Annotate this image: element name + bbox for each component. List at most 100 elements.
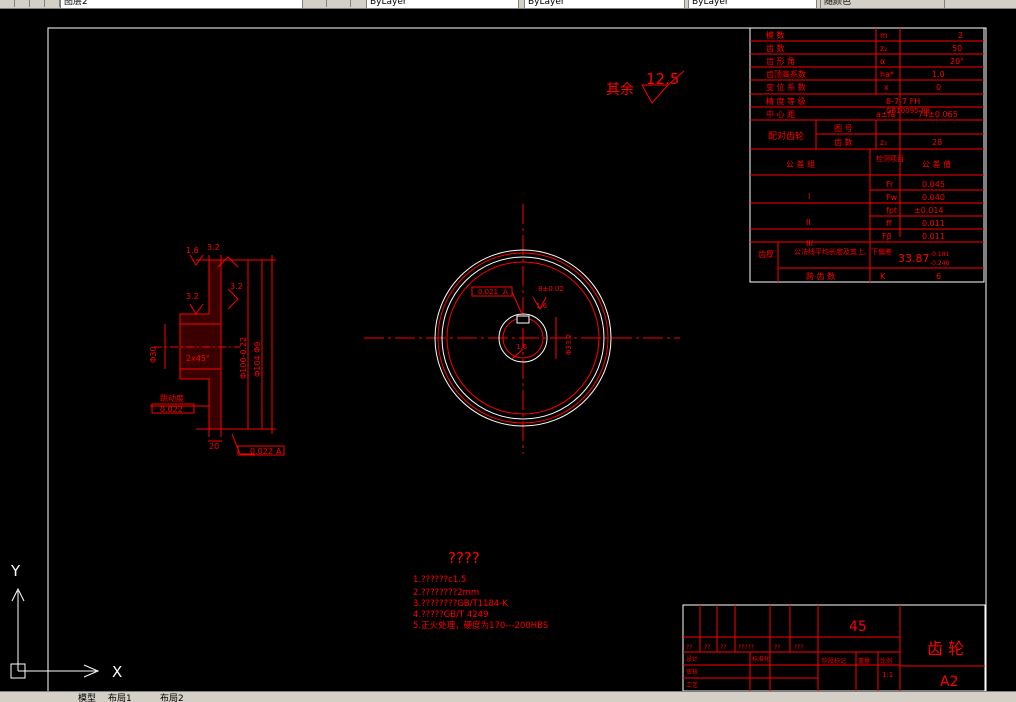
svg-text:齿 数: 齿 数 <box>766 43 785 53</box>
tech-req-3: 3.????????GB/T1184-K <box>413 599 508 609</box>
title-block-text: 45 齿 轮 A2 1:1 ?? ?? ?? ????? ?? ??? 设计 审… <box>686 619 964 690</box>
svg-text:8-7-7 FH: 8-7-7 FH <box>886 97 920 106</box>
layer-previous-icon[interactable] <box>330 0 351 7</box>
svg-text:审核: 审核 <box>686 668 698 676</box>
svg-text:工艺: 工艺 <box>686 681 698 689</box>
svg-text:Fβ: Fβ <box>882 232 892 241</box>
sheet-size: A2 <box>940 674 958 690</box>
plotstyle-combo[interactable]: 随颜色 <box>820 0 945 8</box>
svg-text:比例: 比例 <box>880 657 892 665</box>
svg-text:m: m <box>880 31 888 40</box>
roughness-other-label: 其余 <box>606 81 634 98</box>
layer-lock-icon[interactable] <box>45 0 60 7</box>
svg-text:fpt: fpt <box>886 206 897 215</box>
svg-text:1.6: 1.6 <box>536 302 548 310</box>
svg-text:3.2: 3.2 <box>186 292 199 301</box>
ucs-y-label: Y <box>10 562 21 580</box>
svg-text:2x45°: 2x45° <box>186 354 210 363</box>
svg-text:??: ?? <box>720 644 726 651</box>
svg-text:x: x <box>884 83 889 92</box>
material: 45 <box>849 619 867 635</box>
tech-req-title: ???? <box>448 549 480 567</box>
tab-layout2[interactable]: 布局2 <box>160 692 184 702</box>
layer-freeze-icon[interactable] <box>30 0 45 7</box>
gear-front-view <box>364 204 680 454</box>
svg-text:图 号: 图 号 <box>834 124 853 133</box>
svg-text:?????: ????? <box>738 644 754 651</box>
svg-text:I: I <box>808 192 810 201</box>
svg-text:III: III <box>806 239 813 248</box>
svg-text:公 差 组: 公 差 组 <box>786 159 815 169</box>
svg-text:公 差 值: 公 差 值 <box>922 159 951 169</box>
svg-text:3.2: 3.2 <box>230 282 243 291</box>
svg-text:0.011: 0.011 <box>922 232 945 241</box>
svg-text:20°: 20° <box>950 57 964 66</box>
svg-text:1.6: 1.6 <box>516 343 528 351</box>
svg-text:0.011: 0.011 <box>922 219 945 228</box>
svg-text:6: 6 <box>936 272 941 281</box>
svg-text:1.6: 1.6 <box>186 246 199 255</box>
tab-layout1[interactable]: 布局1 <box>108 692 132 702</box>
linetype-combo[interactable]: ByLayer <box>524 0 685 8</box>
svg-text:0.021: 0.021 <box>478 288 498 296</box>
svg-text:8±0.02: 8±0.02 <box>538 285 564 293</box>
tech-req-1: 1.??????c1.5 <box>413 575 466 585</box>
svg-text:齿 数: 齿 数 <box>834 137 853 147</box>
svg-text:0.022: 0.022 <box>250 447 273 456</box>
lineweight-combo[interactable]: ByLayer <box>688 0 817 8</box>
gear-parameter-table <box>749 27 985 283</box>
svg-text:K: K <box>880 272 886 281</box>
tab-model[interactable]: 模型 <box>78 692 96 702</box>
ucs-x-label: X <box>112 663 122 681</box>
svg-text:模 数: 模 数 <box>766 30 785 40</box>
svg-text:z₂: z₂ <box>880 44 887 53</box>
svg-text:跨 齿 数: 跨 齿 数 <box>806 271 835 281</box>
svg-text:??: ?? <box>686 644 692 651</box>
svg-text:ff: ff <box>886 219 892 228</box>
svg-text:a±fa: a±fa <box>876 110 895 119</box>
tech-req-2: 2.????????2mm <box>413 588 479 598</box>
svg-text:3.2: 3.2 <box>207 243 220 252</box>
svg-text:跳动度: 跳动度 <box>160 393 184 403</box>
svg-text:齿顶高系数: 齿顶高系数 <box>766 69 806 79</box>
properties-toolbar: 图层2 ByLayer ByLayer ByLayer 随颜色 <box>0 0 1016 9</box>
svg-text:??: ?? <box>704 644 710 651</box>
svg-text:ha*: ha* <box>880 70 894 79</box>
tech-req-4: 4.?????GB/T 4249 <box>413 610 488 620</box>
svg-text:1.0: 1.0 <box>932 70 945 79</box>
part-name: 齿 轮 <box>927 639 964 658</box>
scale-value: 1:1 <box>882 671 893 679</box>
svg-text:-0.248: -0.248 <box>930 260 950 267</box>
svg-text:精 度 等 级: 精 度 等 级 <box>766 96 806 106</box>
svg-text:Fw: Fw <box>886 193 898 202</box>
svg-text:??: ?? <box>774 644 780 651</box>
gear-table-text: 模 数 m 2 齿 数 z₂ 50 齿 形 角 α 20° 齿顶高系数 ha* 1.0 变 位 … <box>758 30 964 281</box>
svg-text:28: 28 <box>932 138 942 147</box>
layer-combo[interactable]: 图层2 <box>60 0 303 8</box>
svg-text:???: ??? <box>794 644 804 651</box>
svg-text:0.022: 0.022 <box>160 405 183 414</box>
drawing-canvas[interactable]: 其余 12.5 1.6 3.2 3.2 3.2 2x45° 跳动度 0.022 … <box>0 9 1016 691</box>
svg-text:Φ100-0.22: Φ100-0.22 <box>239 337 248 379</box>
make-current-icon[interactable] <box>306 0 327 7</box>
svg-text:50: 50 <box>952 44 962 53</box>
svg-text:A: A <box>276 447 282 456</box>
svg-text:阶段标记: 阶段标记 <box>822 657 846 665</box>
svg-text:配对齿轮: 配对齿轮 <box>768 130 804 142</box>
svg-text:设计: 设计 <box>686 655 698 663</box>
ucs-icon: Y X <box>10 562 122 681</box>
layout-tabs: 模型 布局1 布局2 <box>0 691 1016 702</box>
svg-text:0.040: 0.040 <box>922 193 945 202</box>
svg-text:Fr: Fr <box>886 180 894 189</box>
toolbar-button[interactable] <box>0 0 15 7</box>
svg-text:齿 形 角: 齿 形 角 <box>766 56 795 66</box>
color-combo[interactable]: ByLayer <box>366 0 519 8</box>
svg-text:A: A <box>503 288 508 296</box>
svg-text:标准化: 标准化 <box>752 655 770 663</box>
svg-text:±0.014: ±0.014 <box>914 206 944 215</box>
tech-req-5: 5.正火处理，硬度为170---200HBS <box>413 620 548 631</box>
layer-state-icon[interactable] <box>15 0 30 7</box>
svg-text:Φ33.2: Φ33.2 <box>565 334 573 355</box>
svg-text:检测项目: 检测项目 <box>876 154 904 163</box>
svg-text:20: 20 <box>209 442 219 451</box>
